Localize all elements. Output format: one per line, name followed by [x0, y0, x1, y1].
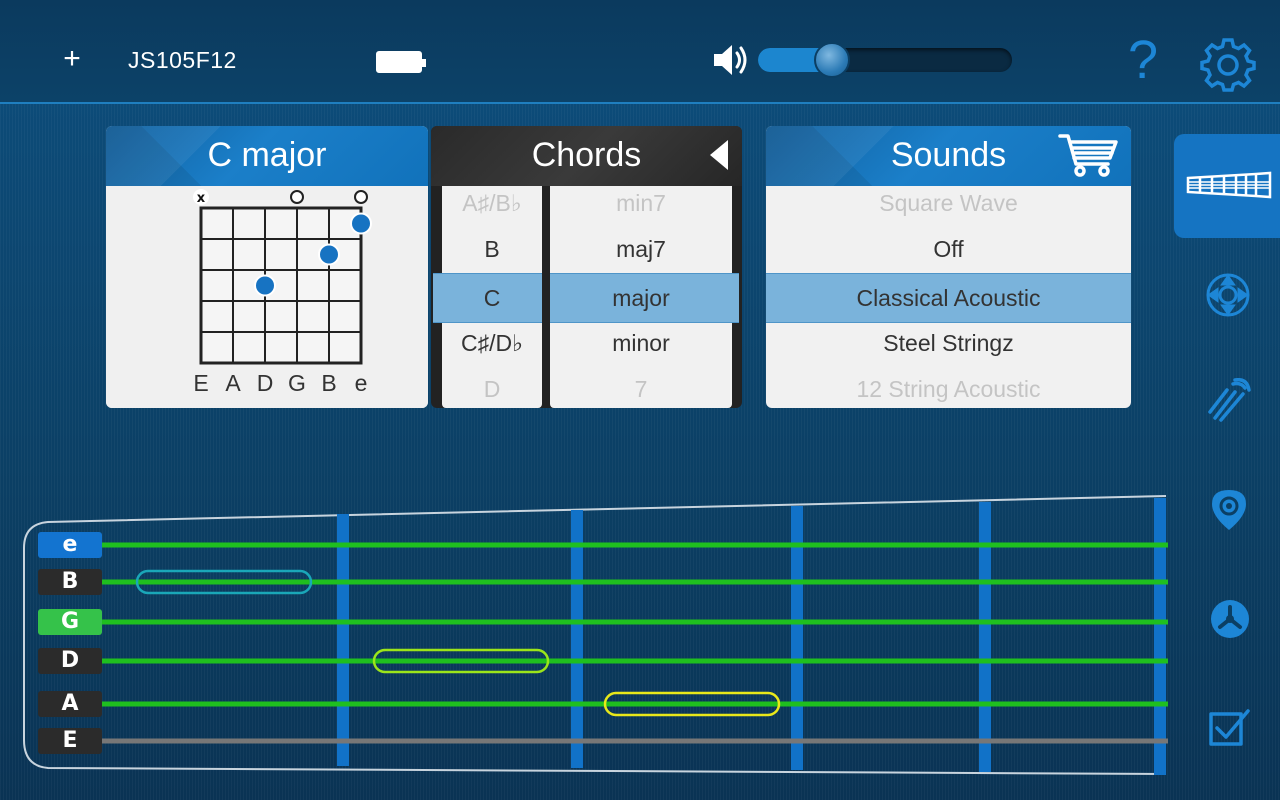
volume-knob[interactable]: [813, 42, 850, 78]
top-bar: + JS105F12 ?: [0, 0, 1280, 104]
string-name-2: D: [256, 370, 274, 396]
chords-title: Chords: [531, 136, 642, 174]
fret-bar: [1154, 498, 1166, 775]
chord-type-item[interactable]: minor: [550, 320, 732, 366]
string-name-3: G: [288, 370, 306, 396]
sound-item[interactable]: Square Wave: [766, 180, 1131, 226]
string-name-row: EADGBe: [106, 370, 428, 398]
guitar-neck-icon[interactable]: [1186, 170, 1272, 200]
chord-root-item[interactable]: B: [442, 226, 542, 272]
help-button[interactable]: ?: [1128, 30, 1158, 90]
chord-diagram-panel: C major x EADGBe: [106, 126, 428, 408]
string-label-D[interactable]: D: [38, 648, 102, 674]
strum-hand-icon[interactable]: [1205, 378, 1251, 424]
open-string-marker: [290, 190, 304, 204]
volume-slider[interactable]: [758, 42, 1012, 78]
chord-diagram-header: C major: [106, 126, 428, 186]
sound-item[interactable]: Steel Stringz: [766, 320, 1131, 366]
chord-root-selected[interactable]: C: [442, 275, 542, 321]
sound-item[interactable]: Off: [766, 226, 1131, 272]
fretboard-canvas: [23, 495, 1168, 775]
fretboard: eBGDAE: [0, 490, 1280, 800]
chord-root-item[interactable]: A♯/B♭: [442, 186, 542, 226]
string-label-e[interactable]: e: [38, 532, 102, 558]
finger-dot: [254, 274, 276, 297]
fret-bar: [571, 510, 583, 768]
string-label-B[interactable]: B: [38, 569, 102, 595]
muted-string-marker: x: [197, 191, 206, 206]
chord-type-item[interactable]: 7: [550, 366, 732, 408]
finger-dot: [350, 212, 372, 235]
chord-name-title: C major: [207, 136, 327, 174]
shopping-cart-icon[interactable]: [1058, 132, 1120, 178]
speaker-icon[interactable]: [712, 42, 750, 78]
device-name: JS105F12: [128, 47, 237, 73]
open-string-marker: [354, 190, 368, 204]
chords-header: Chords: [431, 126, 742, 186]
string-label-E[interactable]: E: [38, 728, 102, 754]
string-name-0: E: [193, 370, 209, 396]
string-name-5: e: [354, 370, 368, 396]
string-name-1: A: [225, 370, 241, 396]
chord-type-selected[interactable]: major: [550, 275, 732, 321]
chord-type-item[interactable]: maj7: [550, 226, 732, 272]
sound-item-selected[interactable]: Classical Acoustic: [766, 273, 1131, 323]
string-label-A[interactable]: A: [38, 691, 102, 717]
fret-bar: [337, 514, 349, 766]
dpad-icon[interactable]: [1205, 272, 1251, 318]
string-label-G[interactable]: G: [38, 609, 102, 635]
chord-type-item[interactable]: min7: [550, 186, 732, 226]
collapse-arrow-icon[interactable]: [710, 140, 728, 170]
finger-dot: [318, 243, 340, 266]
add-device-button[interactable]: +: [58, 44, 86, 74]
string-name-4: B: [321, 370, 337, 396]
column-divider: [542, 273, 550, 323]
battery-full-icon: [376, 51, 426, 73]
chord-root-item[interactable]: C♯/D♭: [442, 320, 542, 366]
chord-root-item[interactable]: D: [442, 366, 542, 408]
sound-item[interactable]: 12 String Acoustic: [766, 366, 1131, 408]
gear-icon[interactable]: [1200, 36, 1256, 92]
